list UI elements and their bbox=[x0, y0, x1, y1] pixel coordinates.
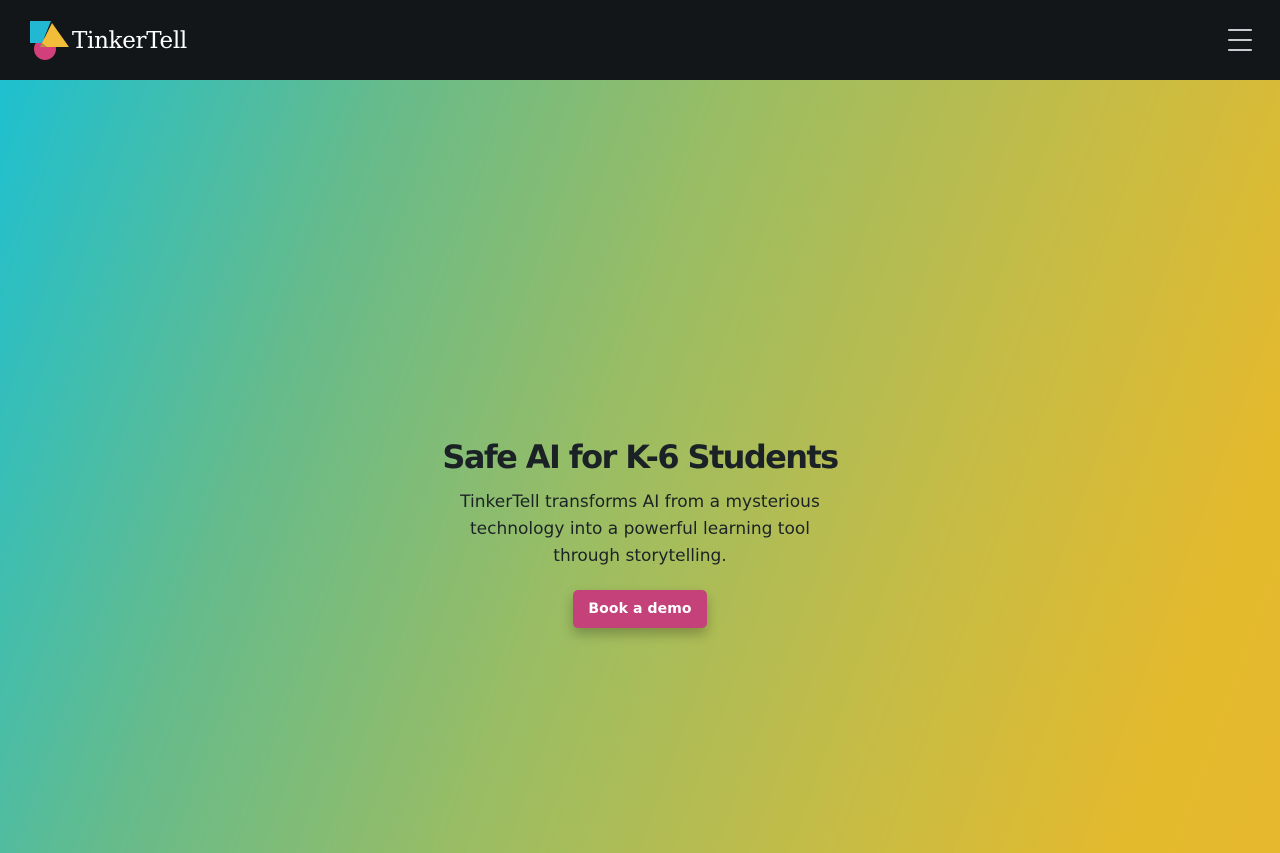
menu-line bbox=[1228, 39, 1252, 41]
logo-mark-icon bbox=[30, 21, 69, 60]
menu-line bbox=[1228, 49, 1252, 51]
hero-subtitle: TinkerTell transforms AI from a mysterio… bbox=[460, 492, 820, 566]
hero-content: Safe AI for K-6 Students TinkerTell tran… bbox=[0, 435, 1280, 628]
hero-title: Safe AI for K-6 Students bbox=[442, 438, 839, 476]
brand-logo[interactable]: TinkerTell bbox=[29, 19, 187, 61]
book-demo-button[interactable]: Book a demo bbox=[573, 590, 707, 628]
hamburger-menu-icon[interactable] bbox=[1228, 29, 1253, 51]
hero-section: Safe AI for K-6 Students TinkerTell tran… bbox=[0, 80, 1280, 853]
menu-line bbox=[1228, 29, 1252, 31]
top-navbar: TinkerTell bbox=[0, 0, 1280, 80]
brand-name: TinkerTell bbox=[72, 28, 187, 54]
